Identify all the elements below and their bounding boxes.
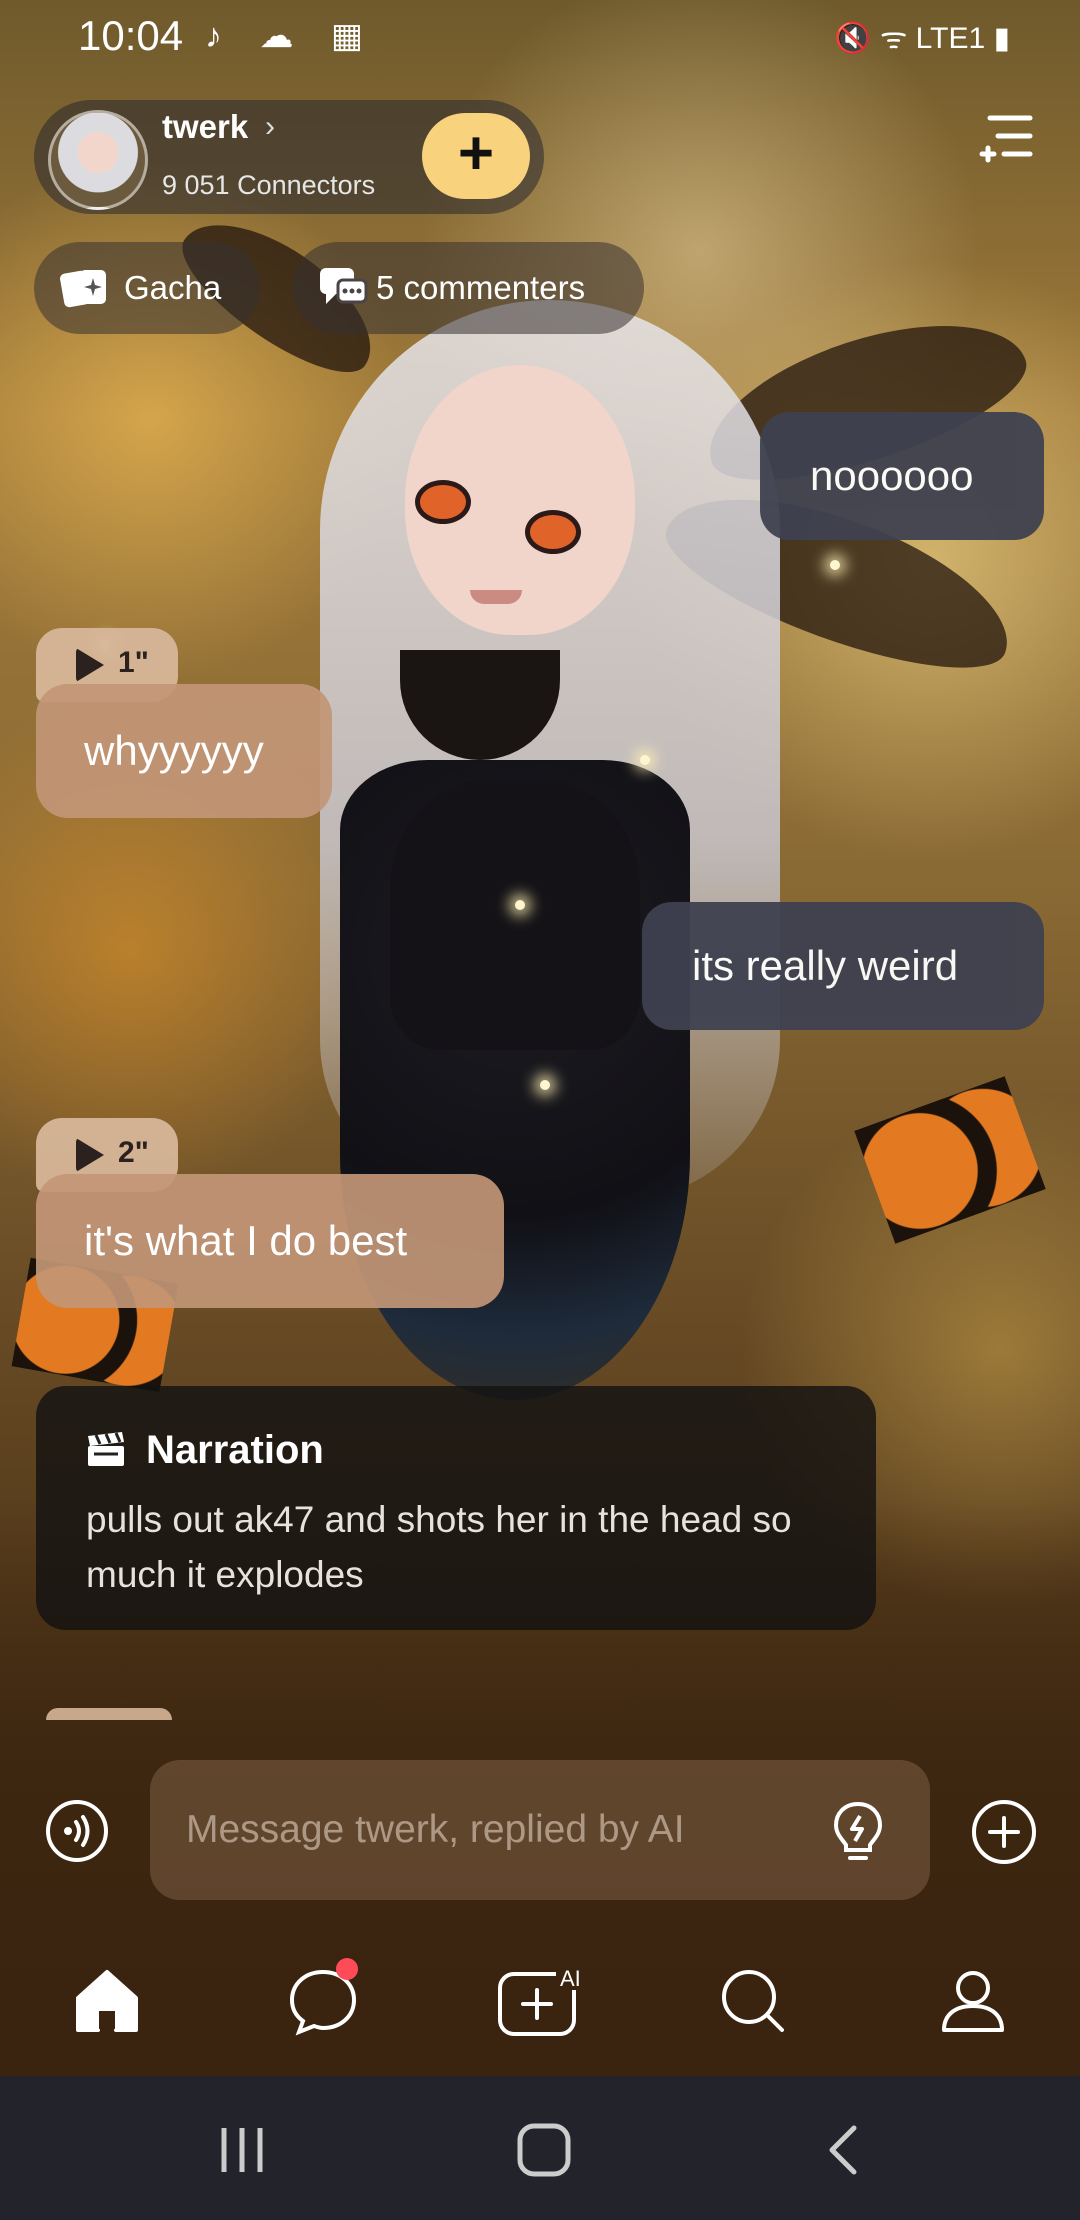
recent-apps-icon[interactable]	[212, 2122, 272, 2178]
lightbulb-icon[interactable]	[830, 1800, 886, 1866]
voice-duration: 2"	[118, 1136, 149, 1169]
gacha-chip[interactable]: Gacha	[34, 242, 260, 334]
status-system-icons: 🔇 ᯤ LTE1 ▮	[834, 22, 1010, 55]
ai-message[interactable]: whyyyyyy	[36, 684, 332, 818]
connectors-count: 9 051 Connectors	[162, 170, 376, 200]
message-text: whyyyyyy	[84, 727, 264, 774]
status-notification-icons: ♪ ☁ ▦	[205, 17, 378, 55]
profile-icon[interactable]	[936, 1964, 1010, 2038]
create-ai-icon[interactable]: AI	[496, 1964, 592, 2038]
play-icon	[76, 1138, 104, 1172]
next-message-peek	[46, 1708, 172, 1720]
home-button-icon[interactable]	[514, 2122, 574, 2178]
chevron-right-icon[interactable]: ›	[265, 110, 275, 144]
character-avatar[interactable]	[48, 110, 148, 210]
commenters-chip[interactable]: 5 commenters	[292, 242, 644, 334]
message-text: noooooo	[810, 452, 974, 499]
character-eye	[415, 480, 471, 524]
play-icon	[76, 648, 104, 682]
narration-text: pulls out ak47 and shots her in the head…	[86, 1499, 792, 1595]
ai-message[interactable]: it's what I do best	[36, 1174, 504, 1308]
sparkle	[830, 560, 840, 570]
character-eye	[525, 510, 581, 554]
home-icon[interactable]	[70, 1964, 144, 2038]
user-message[interactable]: noooooo	[760, 412, 1044, 540]
character-mouth	[470, 590, 522, 604]
back-icon[interactable]	[816, 2122, 876, 2178]
menu-icon[interactable]	[978, 108, 1038, 168]
message-input[interactable]: Message twerk, replied by AI	[150, 1760, 930, 1900]
status-bar: 10:04 ♪ ☁ ▦ 🔇 ᯤ LTE1 ▮	[0, 0, 1080, 80]
follow-button[interactable]: +	[422, 113, 530, 199]
character-bodice	[390, 780, 640, 1050]
sparkle	[515, 900, 525, 910]
user-message[interactable]: its really weird	[642, 902, 1044, 1030]
sparkle	[540, 1080, 550, 1090]
voice-duration: 1"	[118, 646, 149, 679]
add-circle-icon[interactable]	[970, 1798, 1038, 1866]
narration-card[interactable]: Narration pulls out ak47 and shots her i…	[36, 1386, 876, 1630]
comments-icon	[320, 268, 368, 304]
character-name[interactable]: twerk	[162, 108, 248, 146]
voice-call-icon[interactable]	[44, 1798, 110, 1864]
search-icon[interactable]	[716, 1964, 790, 2038]
message-text: it's what I do best	[84, 1217, 408, 1264]
commenters-label: 5 commenters	[376, 269, 586, 306]
notification-dot	[336, 1958, 358, 1980]
message-input-placeholder: Message twerk, replied by AI	[186, 1808, 685, 1851]
ai-badge-label: AI	[560, 1966, 581, 1991]
status-time: 10:04	[78, 12, 184, 59]
gacha-label: Gacha	[124, 269, 222, 306]
message-text: its really weird	[692, 942, 959, 989]
sparkle	[640, 755, 650, 765]
narration-title: Narration	[146, 1428, 324, 1472]
gacha-cards-icon	[60, 270, 106, 308]
